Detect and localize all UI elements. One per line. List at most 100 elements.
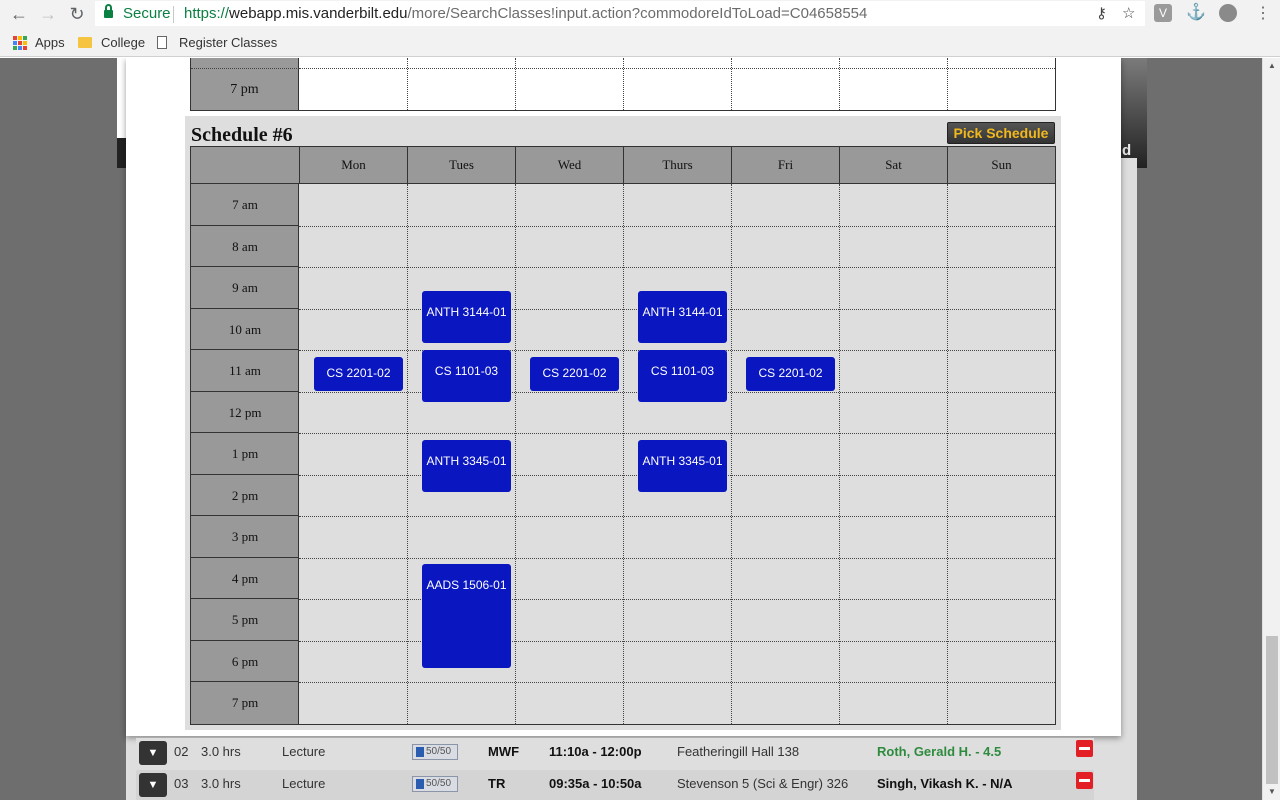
profile-icon[interactable] (1219, 4, 1237, 22)
grid-column-divider (515, 58, 516, 110)
address-bar[interactable]: Secure https://webapp.mis.vanderbilt.edu… (95, 1, 1145, 26)
course-block[interactable]: ANTH 3144-01 (422, 291, 511, 344)
expand-section-button[interactable]: ▼ (139, 773, 167, 797)
time-label: 12 pm (191, 392, 299, 433)
day-header-sat: Sat (839, 147, 947, 183)
background-image-panel: d (1120, 58, 1147, 168)
page-scrollbar[interactable]: ▲ ▼ (1262, 58, 1280, 800)
remove-section-button[interactable] (1076, 740, 1093, 757)
class-section-row: ▼ 02 3.0 hrs Lecture 50/50 MWF 11:10a - … (136, 738, 1094, 769)
expand-section-button[interactable]: ▼ (139, 741, 167, 765)
lock-icon (104, 4, 113, 18)
course-block[interactable]: CS 2201-02 (746, 356, 835, 392)
grid-column-divider (407, 184, 408, 724)
time-label: 4 pm (191, 558, 299, 599)
day-header-fri: Fri (731, 147, 839, 183)
instructor[interactable]: Singh, Vikash K. - N/A (877, 776, 1013, 791)
course-block[interactable]: ANTH 3345-01 (638, 439, 727, 492)
reload-icon[interactable]: ↻ (66, 3, 88, 25)
bookmark-star-icon[interactable]: ☆ (1122, 2, 1135, 25)
course-block[interactable]: CS 1101-03 (422, 350, 511, 402)
section-type: Lecture (282, 776, 326, 791)
scroll-down-arrow-icon[interactable]: ▼ (1263, 784, 1280, 800)
course-block[interactable]: ANTH 3144-01 (638, 291, 727, 344)
meeting-time: 09:35a - 10:50a (549, 776, 642, 791)
grid-row-divider (299, 682, 1055, 683)
grid-column-divider (839, 58, 840, 110)
grid-row-divider (299, 516, 1055, 517)
day-header-sun: Sun (947, 147, 1055, 183)
grid-row-divider (299, 225, 1055, 227)
section-type: Lecture (282, 744, 326, 759)
scroll-thumb[interactable] (1266, 636, 1278, 784)
previous-time-label: 7 pm (191, 69, 299, 110)
time-label: 3 pm (191, 516, 299, 558)
time-column: 7 am 8 am 9 am 10 am 11 am 12 pm 1 pm 2 pm 3 pm 4… (191, 184, 299, 724)
bookmark-label: Apps (35, 35, 65, 50)
time-label: 6 pm (191, 641, 299, 682)
course-block[interactable]: AADS 1506-01 (422, 564, 511, 669)
instructor[interactable]: Roth, Gerald H. - 4.5 (877, 744, 1001, 759)
forward-arrow-icon[interactable]: → (37, 3, 59, 25)
course-block[interactable]: CS 2201-02 (530, 356, 619, 392)
grid-column-divider (731, 58, 732, 110)
grid-column-divider (515, 184, 516, 724)
time-label: 7 am (191, 184, 299, 226)
grid-column-divider (623, 58, 624, 110)
grid-column-divider (947, 58, 948, 110)
course-block[interactable]: CS 2201-02 (314, 356, 403, 392)
grid-column-divider (407, 58, 408, 110)
bookmark-apps[interactable]: Apps (13, 35, 65, 50)
remove-section-button[interactable] (1076, 772, 1093, 789)
time-label: 1 pm (191, 433, 299, 475)
course-block[interactable]: ANTH 3345-01 (422, 439, 511, 492)
time-label: 8 am (191, 226, 299, 267)
time-label: 11 am (191, 350, 299, 392)
menu-dots-icon[interactable]: ⋮ (1252, 3, 1274, 25)
previous-schedule-grid: 7 pm (190, 58, 1056, 111)
day-header-wed: Wed (515, 147, 623, 183)
page-icon (157, 36, 167, 49)
schedule-title: Schedule #6 (191, 124, 293, 146)
grid-row-divider (299, 599, 1055, 600)
omnibox-divider (173, 6, 174, 23)
grid-column-divider (839, 184, 840, 724)
time-label: 9 am (191, 267, 299, 309)
time-label: 10 am (191, 309, 299, 350)
location: Stevenson 5 (Sci & Engr) 326 (677, 776, 849, 791)
grid-column-divider (947, 184, 948, 724)
folder-icon (78, 37, 92, 48)
back-arrow-icon[interactable]: ← (8, 3, 30, 25)
bookmarks-bar: Apps College Register Classes (0, 30, 1280, 57)
url-text[interactable]: https://webapp.mis.vanderbilt.edu/more/S… (184, 2, 867, 25)
bookmark-register-classes[interactable]: Register Classes (157, 35, 277, 50)
day-header-mon: Mon (299, 147, 407, 183)
class-section-row: ▼ 03 3.0 hrs Lecture 50/50 TR 09:35a - 1… (136, 770, 1094, 800)
credit-hours: 3.0 hrs (201, 744, 241, 759)
grid-column-divider (623, 184, 624, 724)
seats-indicator: 50/50 (412, 744, 458, 760)
course-block[interactable]: CS 1101-03 (638, 350, 727, 402)
scroll-up-arrow-icon[interactable]: ▲ (1263, 58, 1280, 74)
seats-indicator: 50/50 (412, 776, 458, 792)
meeting-time: 11:10a - 12:00p (549, 744, 642, 759)
day-header-thurs: Thurs (623, 147, 731, 183)
pick-schedule-button[interactable]: Pick Schedule (947, 122, 1055, 144)
apps-grid-icon (13, 35, 27, 50)
extension-v-icon[interactable]: V (1154, 4, 1172, 22)
schedule-panel: Schedule #6 Pick Schedule Mon Tues Wed Thur… (185, 116, 1061, 730)
secure-label: Secure (123, 5, 171, 22)
anchor-icon[interactable]: ⚓ (1186, 4, 1206, 22)
time-label: 7 pm (231, 695, 259, 710)
bookmark-label: Register Classes (179, 35, 278, 50)
credit-hours: 3.0 hrs (201, 776, 241, 791)
schedule-grid: Mon Tues Wed Thurs Fri Sat Sun 7 am 8 am 9 am 10 … (190, 146, 1056, 725)
meeting-days: TR (488, 776, 506, 791)
bookmark-college[interactable]: College (78, 35, 145, 50)
schedules-modal: 7 pm Schedule #6 Pick Schedule Mon Tues We… (126, 58, 1121, 736)
meeting-days: MWF (488, 744, 520, 759)
page-backdrop: d 7 pm Schedule #6 Pick Schedule Mon Tues… (0, 58, 1262, 800)
grid-column-divider (731, 184, 732, 724)
grid-row-divider (299, 433, 1055, 434)
key-icon[interactable]: ⚷ (1096, 2, 1107, 25)
